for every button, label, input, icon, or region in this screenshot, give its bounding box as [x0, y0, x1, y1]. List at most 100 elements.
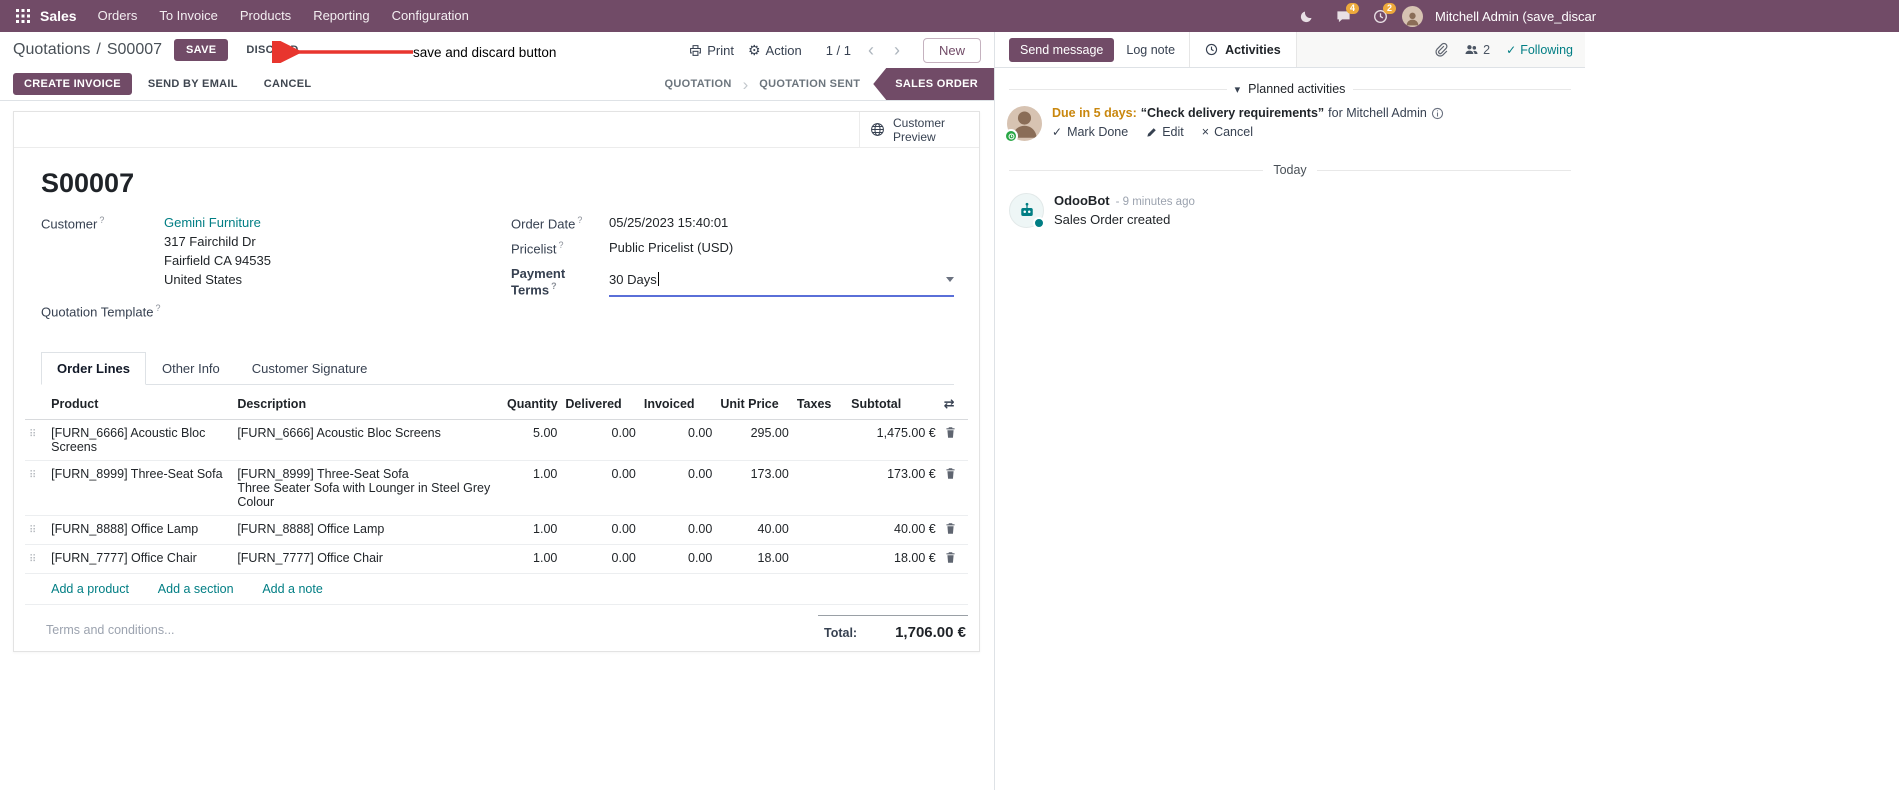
chatter-topbar: Send message Log note Activities 2 ✓ Fol…: [995, 32, 1585, 68]
cell-quantity[interactable]: 5.00: [503, 419, 562, 462]
save-button[interactable]: SAVE: [174, 39, 229, 61]
breadcrumb-quotations[interactable]: Quotations: [13, 41, 90, 59]
tab-order-lines[interactable]: Order Lines: [41, 352, 146, 386]
col-invoiced[interactable]: Invoiced: [639, 389, 717, 421]
send-message-button[interactable]: Send message: [1009, 37, 1115, 62]
col-quantity[interactable]: Quantity: [503, 389, 562, 421]
messages-icon[interactable]: 4: [1328, 0, 1359, 32]
pricelist-field[interactable]: Public Pricelist (USD): [609, 240, 733, 256]
tab-other-info[interactable]: Other Info: [146, 352, 236, 385]
message-author[interactable]: OdooBot: [1054, 193, 1110, 208]
drag-handle-icon[interactable]: ⠿: [29, 525, 36, 536]
pager: 1 / 1: [825, 42, 851, 58]
cell-product[interactable]: [FURN_7777] Office Chair: [47, 544, 234, 575]
menu-orders[interactable]: Orders: [87, 0, 149, 32]
table-row[interactable]: ⠿ [FURN_7777] Office Chair [FURN_7777] O…: [25, 544, 968, 575]
caret-down-icon: ▾: [1234, 83, 1241, 96]
cell-taxes[interactable]: [792, 544, 848, 575]
optional-columns-icon[interactable]: ⇄: [944, 396, 955, 411]
cell-unit-price[interactable]: 173.00: [716, 460, 793, 517]
breadcrumb-separator: /: [96, 41, 101, 58]
table-row[interactable]: ⠿ [FURN_8999] Three-Seat Sofa [FURN_8999…: [25, 460, 968, 517]
activity-user-avatar[interactable]: [1004, 106, 1042, 143]
col-unit-price[interactable]: Unit Price: [716, 389, 793, 421]
delete-row-icon[interactable]: [944, 551, 957, 564]
menu-configuration[interactable]: Configuration: [381, 0, 480, 32]
col-product[interactable]: Product: [47, 389, 234, 421]
cell-unit-price[interactable]: 18.00: [716, 544, 793, 575]
payment-terms-input[interactable]: 30 Days: [609, 266, 954, 297]
col-subtotal[interactable]: Subtotal: [847, 389, 940, 421]
col-delivered[interactable]: Delivered: [561, 389, 640, 421]
cell-subtotal: 1,475.00 €: [847, 419, 940, 462]
activities-clock-icon[interactable]: 2: [1365, 0, 1396, 32]
order-date-field[interactable]: 05/25/2023 15:40:01: [609, 215, 728, 231]
pager-prev-icon[interactable]: ‹: [865, 41, 877, 59]
cell-quantity[interactable]: 1.00: [503, 515, 562, 546]
col-taxes[interactable]: Taxes: [792, 389, 848, 421]
cell-description[interactable]: [FURN_6666] Acoustic Bloc Screens: [233, 419, 504, 462]
action-menu-button[interactable]: ⚙ Action: [748, 43, 802, 58]
cell-quantity[interactable]: 1.00: [503, 544, 562, 575]
send-by-email-button[interactable]: SEND BY EMAIL: [138, 74, 248, 94]
attachments-icon[interactable]: [1433, 42, 1448, 57]
customer-link[interactable]: Gemini Furniture: [164, 215, 261, 230]
delete-row-icon[interactable]: [944, 522, 957, 535]
cell-description[interactable]: [FURN_8888] Office Lamp: [233, 515, 504, 546]
stage-quotation[interactable]: QUOTATION: [652, 68, 745, 100]
tab-customer-signature[interactable]: Customer Signature: [236, 352, 384, 385]
cell-taxes[interactable]: [792, 460, 848, 517]
cell-taxes[interactable]: [792, 515, 848, 546]
log-note-button[interactable]: Log note: [1126, 43, 1175, 57]
odoobot-avatar[interactable]: [1009, 193, 1045, 229]
stage-quotation-sent[interactable]: QUOTATION SENT: [746, 68, 873, 100]
dark-mode-moon-icon[interactable]: [1292, 0, 1322, 32]
cell-product[interactable]: [FURN_6666] Acoustic Bloc Screens: [47, 419, 234, 462]
create-invoice-button[interactable]: CREATE INVOICE: [13, 73, 132, 95]
table-row[interactable]: ⠿ [FURN_8888] Office Lamp [FURN_8888] Of…: [25, 515, 968, 546]
new-button[interactable]: New: [922, 37, 981, 63]
stage-sales-order[interactable]: SALES ORDER: [873, 68, 994, 100]
pager-next-icon[interactable]: ›: [891, 41, 903, 59]
cell-unit-price[interactable]: 295.00: [716, 419, 793, 462]
cell-product[interactable]: [FURN_8888] Office Lamp: [47, 515, 234, 546]
activities-tab[interactable]: Activities: [1190, 32, 1297, 67]
app-name[interactable]: Sales: [38, 8, 87, 24]
discard-button[interactable]: DISCARD: [236, 40, 308, 60]
edit-activity-button[interactable]: Edit: [1146, 125, 1184, 139]
menu-products[interactable]: Products: [229, 0, 302, 32]
col-description[interactable]: Description: [233, 389, 504, 421]
customer-preview-button[interactable]: Customer Preview: [859, 112, 979, 147]
info-icon[interactable]: [1431, 107, 1444, 120]
dropdown-caret-icon[interactable]: [946, 276, 954, 282]
terms-placeholder[interactable]: Terms and conditions...: [46, 623, 175, 637]
menu-reporting[interactable]: Reporting: [302, 0, 380, 32]
cell-unit-price[interactable]: 40.00: [716, 515, 793, 546]
cell-description[interactable]: [FURN_7777] Office Chair: [233, 544, 504, 575]
cell-quantity[interactable]: 1.00: [503, 460, 562, 517]
cancel-activity-button[interactable]: × Cancel: [1202, 125, 1253, 139]
user-menu[interactable]: Mitchell Admin (save_discar: [1429, 9, 1891, 24]
apps-grid-icon[interactable]: [8, 0, 38, 32]
cell-description[interactable]: [FURN_8999] Three-Seat Sofa Three Seater…: [233, 460, 504, 517]
mark-done-button[interactable]: ✓ Mark Done: [1052, 125, 1128, 139]
table-row[interactable]: ⠿ [FURN_6666] Acoustic Bloc Screens [FUR…: [25, 419, 968, 462]
user-avatar[interactable]: [1402, 5, 1423, 27]
add-section-link[interactable]: Add a section: [158, 582, 234, 596]
drag-handle-icon[interactable]: ⠿: [29, 554, 36, 565]
add-product-link[interactable]: Add a product: [51, 582, 129, 596]
cancel-button[interactable]: CANCEL: [254, 74, 322, 94]
cell-taxes[interactable]: [792, 419, 848, 462]
menu-to-invoice[interactable]: To Invoice: [148, 0, 229, 32]
drag-handle-icon[interactable]: ⠿: [29, 429, 36, 440]
drag-handle-icon[interactable]: ⠿: [29, 470, 36, 481]
delete-row-icon[interactable]: [944, 426, 957, 439]
cell-product[interactable]: [FURN_8999] Three-Seat Sofa: [47, 460, 234, 517]
payment-terms-label: Payment Terms?: [511, 265, 566, 297]
following-button[interactable]: ✓ Following: [1506, 43, 1573, 57]
print-button[interactable]: Print: [689, 43, 734, 58]
add-note-link[interactable]: Add a note: [262, 582, 322, 596]
planned-activities-header[interactable]: ▾ Planned activities: [1009, 82, 1571, 96]
delete-row-icon[interactable]: [944, 467, 957, 480]
followers-button[interactable]: 2: [1464, 42, 1490, 57]
